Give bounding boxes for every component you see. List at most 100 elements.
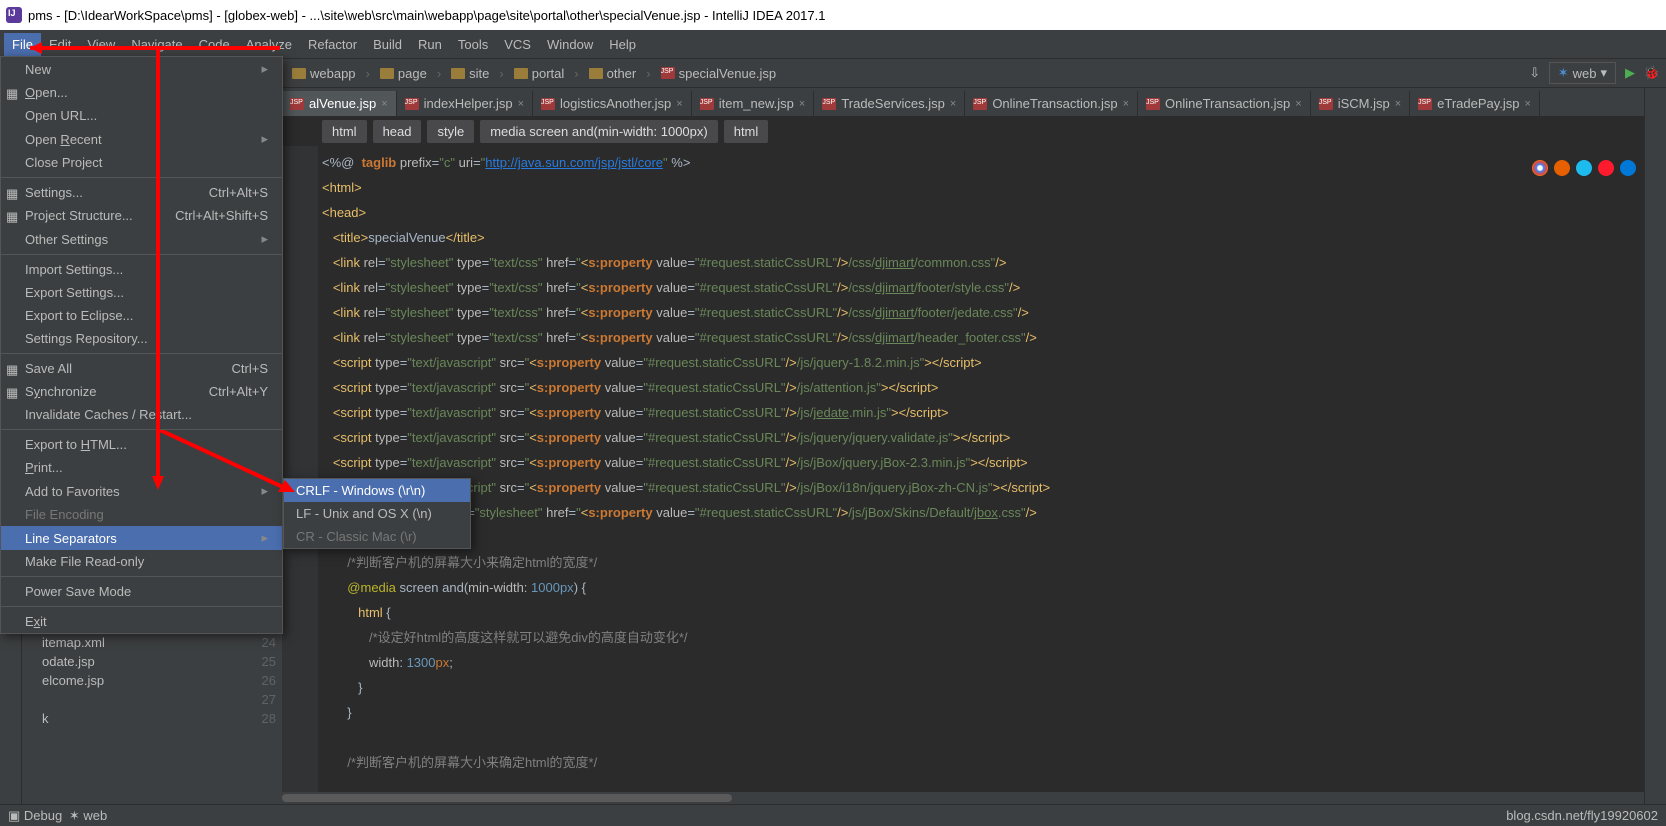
editor-gutter	[282, 146, 318, 804]
debug-button[interactable]: ▣ Debug	[8, 808, 62, 824]
scrollbar-thumb[interactable]	[282, 794, 732, 802]
opera-icon[interactable]	[1598, 160, 1614, 176]
tab-tradeservices[interactable]: TradeServices.jsp×	[814, 91, 965, 116]
folder-icon	[589, 68, 603, 79]
crumb-chip[interactable]: head	[373, 120, 422, 143]
jsp-file-icon	[1146, 98, 1160, 110]
crumb-chip[interactable]: media screen and(min-width: 1000px)	[480, 120, 718, 143]
menu-navigate[interactable]: Navigate	[123, 33, 190, 56]
menu-window[interactable]: Window	[539, 33, 601, 56]
project-item[interactable]: 27	[22, 690, 282, 709]
jsp-file-icon	[290, 98, 304, 110]
tab-specialvenue[interactable]: alVenue.jsp×	[282, 91, 397, 116]
close-icon[interactable]: ×	[950, 98, 956, 110]
jsp-file-icon	[405, 98, 419, 110]
file-menu-item[interactable]: Add to Favorites▸	[1, 479, 282, 503]
run-config-status[interactable]: ✶ web	[69, 808, 107, 824]
close-icon[interactable]: ×	[1395, 98, 1401, 110]
file-menu-item[interactable]: Export Settings...	[1, 281, 282, 304]
file-menu-item[interactable]: ▦Open...	[1, 81, 282, 104]
tab-indexhelper[interactable]: indexHelper.jsp×	[397, 91, 533, 116]
run-icon[interactable]: ▶	[1622, 65, 1638, 81]
file-menu-item[interactable]: New▸	[1, 57, 282, 81]
close-icon[interactable]: ×	[676, 98, 682, 110]
crumb-other[interactable]: other	[583, 64, 643, 83]
menu-analyze[interactable]: Analyze	[238, 33, 300, 56]
crumb-chip[interactable]: html	[724, 120, 769, 143]
file-menu-item[interactable]: Export to Eclipse...	[1, 304, 282, 327]
crumb-site[interactable]: site	[445, 64, 495, 83]
file-menu-item[interactable]: Print...	[1, 456, 282, 479]
menu-refactor[interactable]: Refactor	[300, 33, 365, 56]
close-icon[interactable]: ×	[799, 98, 805, 110]
file-menu-item[interactable]: Close Project	[1, 151, 282, 174]
crumb-page[interactable]: page	[374, 64, 433, 83]
close-icon[interactable]: ×	[518, 98, 524, 110]
submenu-item[interactable]: LF - Unix and OS X (\n)	[284, 502, 470, 525]
tab-onlinetx1[interactable]: OnlineTransaction.jsp×	[965, 91, 1138, 116]
menu-build[interactable]: Build	[365, 33, 410, 56]
file-menu-item[interactable]: Exit	[1, 610, 282, 633]
tab-iscm[interactable]: iSCM.jsp×	[1311, 91, 1410, 116]
file-menu-item[interactable]: Other Settings▸	[1, 227, 282, 251]
window-title: pms - [D:\IdearWorkSpace\pms] - [globex-…	[28, 8, 825, 23]
tab-itemnew[interactable]: item_new.jsp×	[692, 91, 815, 116]
file-menu-item[interactable]: Import Settings...	[1, 258, 282, 281]
file-menu-item[interactable]: Open URL...	[1, 104, 282, 127]
menu-view[interactable]: View	[79, 33, 123, 56]
file-menu-item[interactable]: ▦Save AllCtrl+S	[1, 357, 282, 380]
crumb-webapp[interactable]: webapp	[286, 64, 362, 83]
menu-help[interactable]: Help	[601, 33, 644, 56]
intellij-logo-icon	[6, 7, 22, 23]
file-menu-item[interactable]: Export to HTML...	[1, 433, 282, 456]
tab-onlinetx2[interactable]: OnlineTransaction.jsp×	[1138, 91, 1311, 116]
close-icon[interactable]: ×	[1525, 98, 1531, 110]
file-menu-item[interactable]: ▦Settings...Ctrl+Alt+S	[1, 181, 282, 204]
menu-vcs[interactable]: VCS	[496, 33, 539, 56]
menu-file[interactable]: File	[4, 33, 41, 56]
project-item[interactable]: elcome.jsp26	[22, 671, 282, 690]
firefox-icon[interactable]	[1554, 160, 1570, 176]
file-menu-item[interactable]: ▦Project Structure...Ctrl+Alt+Shift+S	[1, 204, 282, 227]
close-icon[interactable]: ×	[1295, 98, 1301, 110]
build-icon[interactable]: ⇩	[1527, 65, 1543, 81]
horizontal-scrollbar[interactable]	[282, 792, 1644, 804]
menu-tools[interactable]: Tools	[450, 33, 496, 56]
close-icon[interactable]: ×	[1123, 98, 1129, 110]
gear-icon: ✶	[1558, 65, 1569, 81]
right-gutter	[1644, 88, 1666, 804]
menu-run[interactable]: Run	[410, 33, 450, 56]
menu-edit[interactable]: Edit	[41, 33, 79, 56]
tab-etradepay[interactable]: eTradePay.jsp×	[1410, 91, 1540, 116]
tab-logistics[interactable]: logisticsAnother.jsp×	[533, 91, 692, 116]
menu-code[interactable]: Code	[191, 33, 238, 56]
chrome-icon[interactable]	[1532, 160, 1548, 176]
file-menu-item[interactable]: Make File Read-only	[1, 550, 282, 573]
run-config-selector[interactable]: ✶web ▾	[1549, 62, 1616, 84]
edge-icon[interactable]	[1620, 160, 1636, 176]
jsp-file-icon	[1418, 98, 1432, 110]
file-menu-item: File Encoding	[1, 503, 282, 526]
project-item[interactable]: itemap.xml24	[22, 633, 282, 652]
close-icon[interactable]: ×	[381, 98, 387, 110]
file-menu-item[interactable]: Open Recent▸	[1, 127, 282, 151]
project-item[interactable]: k28	[22, 709, 282, 728]
file-menu-item[interactable]: Power Save Mode	[1, 580, 282, 603]
line-separators-submenu: CRLF - Windows (\r\n)LF - Unix and OS X …	[283, 478, 471, 549]
code-editor[interactable]: <%@ taglib prefix="c" uri="http://java.s…	[282, 146, 1644, 804]
file-menu-item[interactable]: Invalidate Caches / Restart...	[1, 403, 282, 426]
crumb-portal[interactable]: portal	[508, 64, 571, 83]
folder-icon	[380, 68, 394, 79]
file-menu-item[interactable]: Line Separators▸	[1, 526, 282, 550]
crumb-file[interactable]: specialVenue.jsp	[655, 64, 783, 83]
file-menu-item[interactable]: ▦SynchronizeCtrl+Alt+Y	[1, 380, 282, 403]
crumb-chip[interactable]: style	[427, 120, 474, 143]
safari-icon[interactable]	[1576, 160, 1592, 176]
project-item[interactable]: odate.jsp25	[22, 652, 282, 671]
file-menu-item[interactable]: Settings Repository...	[1, 327, 282, 350]
structure-breadcrumb: html head style media screen and(min-wid…	[282, 116, 1644, 146]
submenu-item[interactable]: CRLF - Windows (\r\n)	[284, 479, 470, 502]
debug-icon[interactable]: 🐞	[1644, 65, 1660, 81]
crumb-chip[interactable]: html	[322, 120, 367, 143]
jsp-file-icon	[822, 98, 836, 110]
